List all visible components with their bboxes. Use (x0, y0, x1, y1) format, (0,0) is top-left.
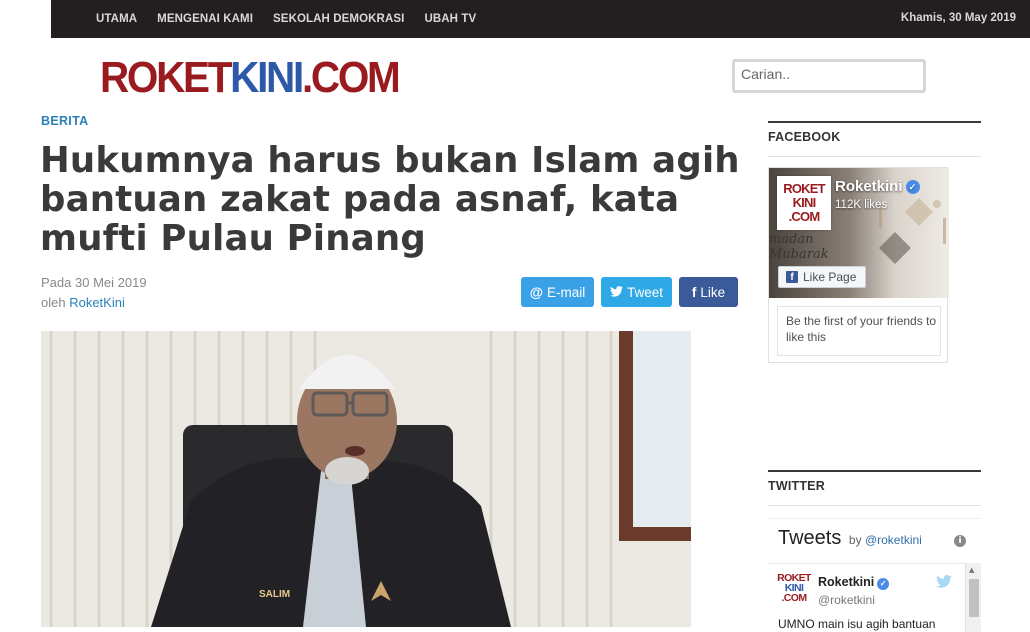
nav-item-sekolah-demokrasi[interactable]: SEKOLAH DEMOKRASI (273, 13, 404, 25)
nav-item-utama[interactable]: UTAMA (96, 13, 137, 25)
facebook-friends-note: Be the first of your friends to like thi… (777, 306, 941, 356)
article-photo: SALIM (41, 331, 691, 627)
author-link[interactable]: RoketKini (69, 295, 125, 310)
timeline-scrollbar[interactable]: ▲ (965, 563, 981, 632)
site-logo[interactable]: ROKETKINI.COM (100, 53, 401, 103)
tweet-author-handle[interactable]: @roketkini (818, 593, 875, 607)
verified-badge-icon: ✓ (905, 180, 920, 195)
cover-script-text: madan Mubarak (769, 232, 829, 262)
twitter-handle-link[interactable]: @roketkini (865, 533, 922, 547)
author-prefix: oleh (41, 295, 66, 310)
tweets-title: Tweets (778, 527, 842, 549)
divider (768, 563, 981, 564)
logo-part-com: .COM (301, 53, 401, 102)
twitter-bird-icon (609, 285, 623, 300)
jacket-name-text: SALIM (259, 589, 290, 600)
share-email-button[interactable]: @ E-mail (521, 277, 594, 307)
twitter-bird-icon[interactable] (936, 575, 952, 592)
facebook-page-name-text: Roketkini (835, 178, 903, 195)
share-like-button[interactable]: f Like (679, 277, 738, 307)
scroll-up-arrow-icon[interactable]: ▲ (969, 566, 974, 574)
share-tweet-button[interactable]: Tweet (601, 277, 672, 307)
article-category[interactable]: BERITA (41, 114, 88, 128)
tweets-by: by @roketkini (849, 533, 922, 547)
facebook-cover-image[interactable]: ROKET KINI .COM Roketkini ✓ 112K likes ma… (769, 168, 949, 298)
article-title: Hukumnya harus bukan Islam agih bantuan … (40, 140, 740, 259)
nav-item-mengenai-kami[interactable]: MENGENAI KAMI (157, 13, 253, 25)
date-prefix: Pada (41, 275, 72, 290)
search-input[interactable]: Carian.. (732, 59, 926, 93)
top-navigation-bar: UTAMA MENGENAI KAMI SEKOLAH DEMOKRASI UB… (51, 0, 1030, 38)
twitter-avatar[interactable]: ROKET KINI .COM (777, 573, 811, 607)
facebook-page-avatar[interactable]: ROKET KINI .COM (777, 176, 831, 230)
verified-badge-icon: ✓ (877, 578, 890, 590)
logo-part-kini: KINI (230, 53, 304, 102)
facebook-f-icon: f (786, 271, 798, 283)
logo-part-roket: ROKET (100, 53, 232, 102)
article-meta: Pada 30 Mei 2019 oleh RoketKini (41, 273, 147, 313)
share-like-label: Like (700, 284, 726, 300)
facebook-section-heading: FACEBOOK (768, 121, 981, 157)
facebook-f-icon: f (691, 284, 697, 300)
avatar-text-roket: ROKET (783, 181, 825, 196)
facebook-like-page-button[interactable]: f Like Page (778, 266, 866, 288)
tweet-text: UMNO main isu agih bantuan (778, 617, 936, 631)
info-icon[interactable]: i (954, 535, 966, 547)
tw-avatar-text-com: .COM (781, 592, 807, 604)
twitter-section-heading: TWITTER (768, 470, 981, 506)
facebook-like-count: 112K likes (835, 199, 888, 211)
by-prefix: by (848, 533, 862, 547)
avatar-text-com: .COM (788, 209, 821, 224)
share-email-label: E-mail (546, 284, 586, 300)
facebook-page-name[interactable]: Roketkini ✓ (835, 178, 920, 195)
article-date: 30 Mei 2019 (75, 275, 147, 290)
twitter-timeline-widget: Tweets by @roketkini i ROKET KINI .COM R… (768, 518, 981, 632)
share-tweet-label: Tweet (626, 284, 664, 300)
current-date: Khamis, 30 May 2019 (900, 12, 1016, 24)
top-nav-menu: UTAMA MENGENAI KAMI SEKOLAH DEMOKRASI UB… (96, 0, 496, 38)
avatar-text-kini: KINI (792, 195, 817, 210)
nav-item-ubah-tv[interactable]: UBAH TV (424, 13, 476, 25)
at-icon: @ (529, 284, 543, 300)
tweet-author-name-text: Roketkini (818, 575, 875, 589)
scrollbar-thumb[interactable] (969, 579, 979, 617)
twitter-widget-header: Tweets by @roketkini (778, 527, 922, 550)
facebook-page-widget: ROKET KINI .COM Roketkini ✓ 112K likes ma… (768, 167, 949, 363)
tweet-author-name[interactable]: Roketkini ✓ (818, 575, 890, 590)
like-page-label: Like Page (803, 270, 857, 284)
